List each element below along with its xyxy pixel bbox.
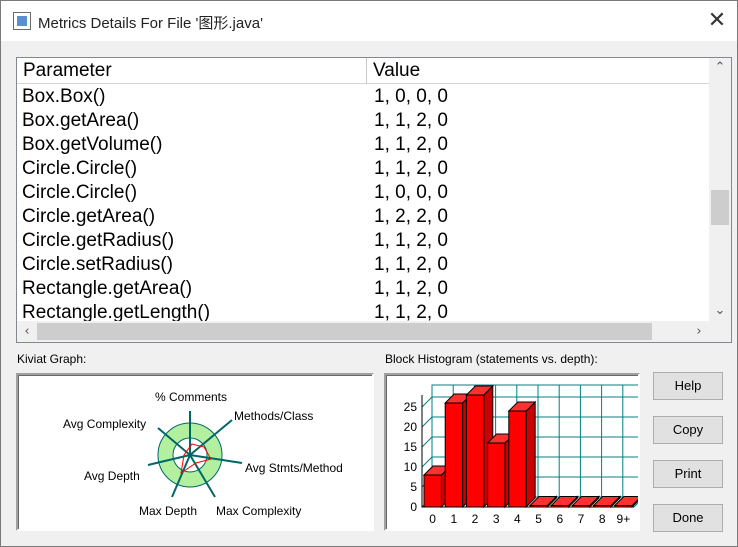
- y-tick-label: 15: [404, 440, 418, 454]
- cell-value: 1, 1, 2, 0: [374, 278, 448, 299]
- title-bar: Metrics Details For File '图形.java' ✕: [1, 1, 737, 41]
- table-row[interactable]: Rectangle.getLength() 1, 1, 2, 0: [17, 301, 709, 321]
- scroll-corner: [709, 321, 731, 342]
- x-tick-label: 0: [429, 512, 436, 526]
- cell-value: 1, 1, 2, 0: [374, 134, 448, 155]
- cell-value: 1, 2, 2, 0: [374, 206, 448, 227]
- histogram-panel: 0 5 10 15 20 25 0 1 2 3 4 5 6 7 8 9+: [384, 373, 646, 531]
- axis-label-avg-stmts: Avg Stmts/Method: [245, 461, 343, 475]
- x-tick-label: 5: [535, 512, 542, 526]
- kiviat-graph-label: Kiviat Graph:: [17, 352, 87, 366]
- table-row[interactable]: Circle.getRadius() 1, 1, 2, 0: [17, 229, 709, 253]
- x-tick-label: 1: [450, 512, 457, 526]
- histogram-bar: [487, 442, 506, 508]
- scroll-right-icon[interactable]: ›: [689, 321, 709, 342]
- kiviat-graph: % Comments Methods/Class Avg Stmts/Metho…: [63, 390, 343, 518]
- column-header-value[interactable]: Value: [367, 58, 709, 84]
- list-header: Parameter Value: [17, 58, 709, 84]
- x-tick-label: 3: [493, 512, 500, 526]
- table-row[interactable]: Box.getVolume() 1, 1, 2, 0: [17, 133, 709, 157]
- vertical-scrollbar[interactable]: ⌃ ⌄: [709, 58, 731, 321]
- histogram-gridline: [421, 456, 433, 468]
- scroll-down-icon[interactable]: ⌄: [709, 301, 731, 321]
- x-tick-label: 2: [472, 512, 479, 526]
- cell-value: 1, 1, 2, 0: [374, 230, 448, 251]
- cell-value: 1, 1, 2, 0: [374, 302, 448, 321]
- list-rows: Box.Box() 1, 0, 0, 0 Box.getArea() 1, 1, 2,…: [17, 85, 709, 321]
- cell-parameter: Circle.Circle(): [22, 182, 138, 203]
- cell-value: 1, 1, 2, 0: [374, 254, 448, 275]
- axis-label-avg-depth: Avg Depth: [84, 469, 140, 483]
- axis-label-max-complexity: Max Complexity: [216, 504, 301, 518]
- cell-parameter: Circle.Circle(): [22, 158, 138, 179]
- histogram-bar: [508, 410, 527, 508]
- table-row[interactable]: Circle.getArea() 1, 2, 2, 0: [17, 205, 709, 229]
- window-title: Metrics Details For File '图形.java': [38, 15, 263, 32]
- cell-parameter: Box.Box(): [22, 86, 106, 107]
- y-tick-label: 0: [410, 500, 417, 514]
- x-tick-label: 8: [599, 512, 606, 526]
- cell-value: 1, 1, 2, 0: [374, 158, 448, 179]
- table-row[interactable]: Box.Box() 1, 0, 0, 0: [17, 85, 709, 109]
- histogram-bar-side: [525, 400, 536, 509]
- help-button[interactable]: Help: [653, 372, 723, 400]
- y-tick-label: 20: [404, 420, 418, 434]
- table-row[interactable]: Circle.Circle() 1, 0, 0, 0: [17, 181, 709, 205]
- cell-parameter: Rectangle.getLength(): [22, 302, 211, 321]
- table-row[interactable]: Circle.Circle() 1, 1, 2, 0: [17, 157, 709, 181]
- cell-parameter: Circle.getArea(): [22, 206, 156, 227]
- table-row[interactable]: Box.getArea() 1, 1, 2, 0: [17, 109, 709, 133]
- histogram-bar: [614, 505, 633, 508]
- metrics-list[interactable]: Parameter Value Box.Box() 1, 0, 0, 0 Box.g…: [16, 57, 732, 343]
- cell-value: 1, 0, 0, 0: [374, 86, 448, 107]
- histogram-bar: [571, 505, 591, 508]
- histogram-bar: [423, 474, 442, 508]
- x-tick-label: 7: [578, 512, 585, 526]
- histogram-bar: [465, 394, 485, 508]
- cell-value: 1, 0, 0, 0: [374, 182, 448, 203]
- axis-label-comments: % Comments: [155, 390, 227, 404]
- cell-parameter: Rectangle.getArea(): [22, 278, 193, 299]
- kiviat-graph-panel: % Comments Methods/Class Avg Stmts/Metho…: [16, 373, 374, 531]
- histogram-gridline: [421, 436, 433, 448]
- x-tick-label: 6: [556, 512, 563, 526]
- vertical-scroll-thumb[interactable]: [711, 190, 729, 225]
- column-header-parameter[interactable]: Parameter: [17, 58, 367, 84]
- histogram-gridline: [421, 396, 433, 408]
- cell-parameter: Circle.getRadius(): [22, 230, 175, 251]
- x-tick-label: 4: [514, 512, 521, 526]
- cell-parameter: Box.getVolume(): [22, 134, 163, 155]
- y-tick-label: 5: [410, 480, 417, 494]
- histogram-gridline: [421, 416, 433, 428]
- y-tick-label: 10: [404, 460, 418, 474]
- histogram-bar: [529, 505, 548, 508]
- horizontal-scrollbar[interactable]: ‹ ›: [17, 321, 709, 342]
- copy-button[interactable]: Copy: [653, 416, 723, 444]
- histogram-bar: [444, 402, 464, 508]
- axis-label-avg-complexity: Avg Complexity: [63, 417, 146, 431]
- app-icon: [13, 12, 31, 30]
- cell-parameter: Circle.setRadius(): [22, 254, 173, 275]
- cell-parameter: Box.getArea(): [22, 110, 140, 131]
- table-row[interactable]: Rectangle.getArea() 1, 1, 2, 0: [17, 277, 709, 301]
- close-button[interactable]: ✕: [697, 1, 737, 41]
- print-button[interactable]: Print: [653, 460, 723, 488]
- x-tick-label: 9+: [617, 512, 631, 526]
- histogram-label: Block Histogram (statements vs. depth):: [385, 352, 598, 366]
- table-row[interactable]: Circle.setRadius() 1, 1, 2, 0: [17, 253, 709, 277]
- scroll-left-icon[interactable]: ‹: [17, 321, 37, 342]
- histogram-bar: [550, 505, 570, 508]
- y-tick-label: 25: [404, 400, 418, 414]
- axis-label-max-depth: Max Depth: [139, 504, 197, 518]
- axis-label-methods-class: Methods/Class: [234, 409, 313, 423]
- cell-value: 1, 1, 2, 0: [374, 110, 448, 131]
- block-histogram-chart: 05101520250 1 2 3 4 5 6 7 8 9+: [404, 384, 646, 526]
- metrics-details-window: Metrics Details For File '图形.java' ✕ Par…: [0, 0, 738, 547]
- histogram-bar: [593, 505, 612, 508]
- done-button[interactable]: Done: [653, 504, 723, 532]
- scroll-up-icon[interactable]: ⌃: [709, 58, 731, 78]
- horizontal-scroll-thumb[interactable]: [37, 323, 652, 340]
